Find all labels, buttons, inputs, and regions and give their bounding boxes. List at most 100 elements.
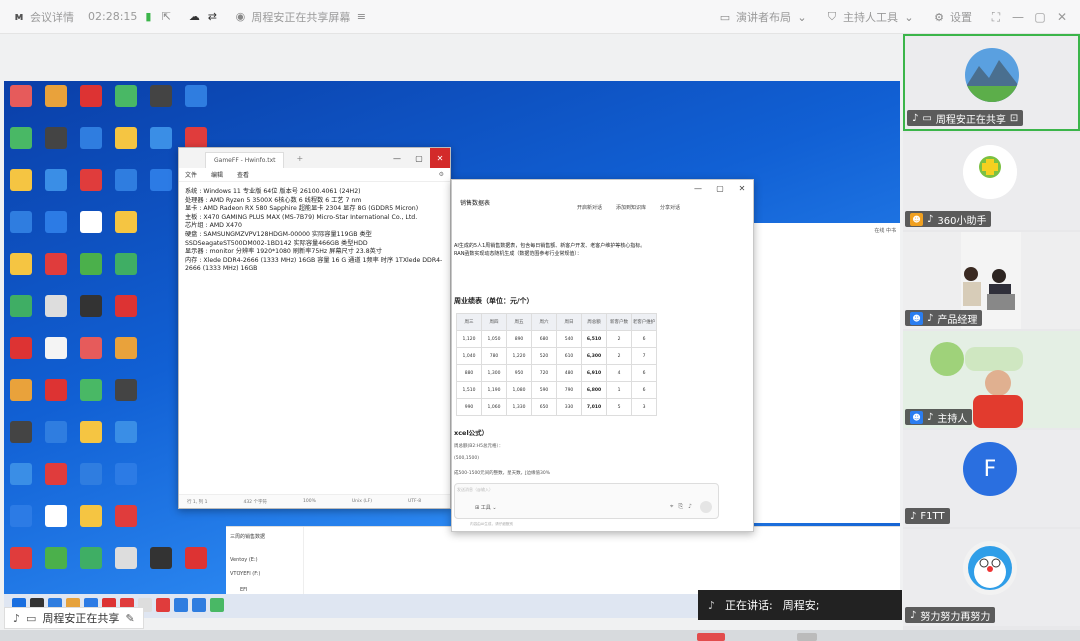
desktop-icon[interactable] [41, 421, 71, 450]
desktop-icon[interactable] [41, 169, 71, 198]
explorer-row[interactable]: 三周的销售数据 [230, 533, 265, 540]
desktop-icon[interactable] [6, 211, 36, 240]
gear-icon[interactable]: ⚙ [439, 171, 444, 178]
taskbar-app-icon[interactable] [210, 598, 224, 612]
ai-chat-window[interactable]: — ▢ ✕ 销售数据表 开启新对话 添加到知识库 分享对话 AI生成的5人1周销… [451, 179, 754, 532]
maximize-icon[interactable]: ▢ [1032, 9, 1048, 25]
explorer-row[interactable]: Ventoy (E:) [230, 557, 258, 563]
desktop-icon[interactable] [111, 85, 141, 114]
desktop-icon[interactable] [111, 505, 141, 534]
participant-tile[interactable]: ☻ ♪ 产品经理 [903, 232, 1080, 329]
explorer-row[interactable]: VTOYEFI (F:) [230, 571, 260, 577]
desktop-icon[interactable] [6, 127, 36, 156]
desktop-icon[interactable] [41, 463, 71, 492]
taskbar-app-icon[interactable] [174, 598, 188, 612]
fullscreen-icon[interactable]: ⛶ [988, 9, 1004, 25]
desktop-icon[interactable] [6, 85, 36, 114]
new-tab-icon[interactable]: + [296, 154, 303, 163]
desktop-icon[interactable] [146, 547, 176, 576]
minimize-icon[interactable]: — [1010, 9, 1026, 25]
desktop-icon[interactable] [181, 547, 211, 576]
minimize-icon[interactable]: — [386, 148, 408, 168]
desktop-icon[interactable] [76, 421, 106, 450]
settings-button[interactable]: ⚙ 设置 [932, 9, 972, 25]
desktop-icon[interactable] [111, 463, 141, 492]
desktop-icon[interactable] [111, 379, 141, 408]
maximize-icon[interactable]: ▢ [408, 148, 430, 168]
meeting-details-button[interactable]: ᴍ 会议详情 [12, 9, 75, 25]
desktop-icon[interactable] [41, 547, 71, 576]
desktop-icon[interactable] [76, 211, 106, 240]
popout-icon[interactable]: ⇱ [159, 10, 173, 24]
menu-file[interactable]: 文件 [185, 170, 197, 179]
desktop-icon[interactable] [6, 337, 36, 366]
host-tools-button[interactable]: ⛉ 主持人工具 ⌄ [825, 9, 916, 25]
translate-icon[interactable]: ⇄ [205, 10, 219, 24]
desktop-icon[interactable] [146, 169, 176, 198]
notepad-window[interactable]: GameFF - Hwinfo.txt + — ▢ ✕ 文件 编辑 查看 ⚙ 系… [178, 147, 451, 509]
desktop-icon[interactable] [76, 505, 106, 534]
desktop-icon[interactable] [76, 127, 106, 156]
desktop-icon[interactable] [111, 169, 141, 198]
chat-input-box[interactable]: 发送消息（@输入） ⊞ 工具 ⌄ ⌖ ⎘ ♪ [454, 483, 719, 519]
desktop-icon[interactable] [146, 85, 176, 114]
minimize-icon[interactable]: — [687, 180, 709, 196]
desktop-icon[interactable] [76, 253, 106, 282]
desktop-icon[interactable] [111, 421, 141, 450]
desktop-icon[interactable] [41, 295, 71, 324]
desktop-icon[interactable] [6, 505, 36, 534]
desktop-icon[interactable] [111, 337, 141, 366]
close-icon[interactable]: ✕ [731, 180, 753, 196]
remote-desktop[interactable]: 在线 中书 三周的销售数据 Ventoy (E:) VTOYEFI (F:) E… [4, 81, 900, 618]
desktop-icon[interactable] [111, 253, 141, 282]
attach-icon[interactable]: ⎘ [678, 503, 683, 511]
desktop-icon[interactable] [6, 379, 36, 408]
desktop-icon[interactable] [111, 211, 141, 240]
close-icon[interactable]: ✕ [430, 148, 450, 168]
notepad-content[interactable]: 系统 : Windows 11 专业版 64位 版本号 26100.4061 (… [179, 182, 450, 280]
desktop-icon[interactable] [41, 337, 71, 366]
sharing-indicator[interactable]: ♪ ▭ 周程安正在共享 ✎ [4, 607, 144, 629]
notepad-tab[interactable]: GameFF - Hwinfo.txt [205, 152, 285, 168]
desktop-icon[interactable] [76, 463, 106, 492]
desktop-icon[interactable] [146, 127, 176, 156]
desktop-icon[interactable] [41, 379, 71, 408]
desktop-icon[interactable] [6, 463, 36, 492]
desktop-icon[interactable] [41, 505, 71, 534]
participant-tile[interactable]: ♪ ▭ 周程安正在共享 ⊡ [903, 34, 1080, 131]
desktop-icon[interactable] [111, 547, 141, 576]
desktop-icon[interactable] [76, 169, 106, 198]
desktop-icon[interactable] [41, 127, 71, 156]
cloud-status[interactable]: ☁ ⇄ [187, 10, 219, 24]
participant-tile[interactable]: ☻ ♪ 360小助手 [903, 133, 1080, 230]
close-icon[interactable]: ✕ [1054, 9, 1070, 25]
desktop-icon[interactable] [6, 253, 36, 282]
menu-view[interactable]: 查看 [237, 170, 249, 179]
menu-icon[interactable]: ≡ [354, 10, 368, 24]
taskbar-app-icon[interactable] [192, 598, 206, 612]
explorer-row[interactable]: EFI [240, 587, 248, 593]
record-indicator[interactable] [697, 633, 725, 641]
desktop-icon[interactable] [76, 379, 106, 408]
desktop-icon[interactable] [76, 337, 106, 366]
desktop-icon[interactable] [41, 211, 71, 240]
desktop-icon[interactable] [6, 547, 36, 576]
desktop-icon[interactable] [41, 253, 71, 282]
send-button[interactable] [700, 501, 712, 513]
desktop-icon[interactable] [6, 295, 36, 324]
participant-tile[interactable]: ♪ 努力努力再努力 [903, 529, 1080, 626]
scissors-icon[interactable]: ⌖ [670, 503, 673, 511]
sharing-title[interactable]: ◉ 周程安正在共享屏幕 ≡ [233, 9, 368, 25]
desktop-icon[interactable] [41, 85, 71, 114]
desktop-icon[interactable] [6, 169, 36, 198]
desktop-icon[interactable] [76, 295, 106, 324]
cloud-icon[interactable]: ☁ [187, 10, 201, 24]
mic-icon[interactable]: ♪ [688, 503, 692, 511]
desktop-icon[interactable] [76, 547, 106, 576]
desktop-icon[interactable] [111, 127, 141, 156]
taskbar-app-icon[interactable] [156, 598, 170, 612]
participant-tile[interactable]: ☻ ♪ 主持人 [903, 331, 1080, 428]
menu-edit[interactable]: 编辑 [211, 170, 223, 179]
share-chat-button[interactable]: 分享对话 [660, 204, 680, 211]
desktop-icon[interactable] [111, 295, 141, 324]
